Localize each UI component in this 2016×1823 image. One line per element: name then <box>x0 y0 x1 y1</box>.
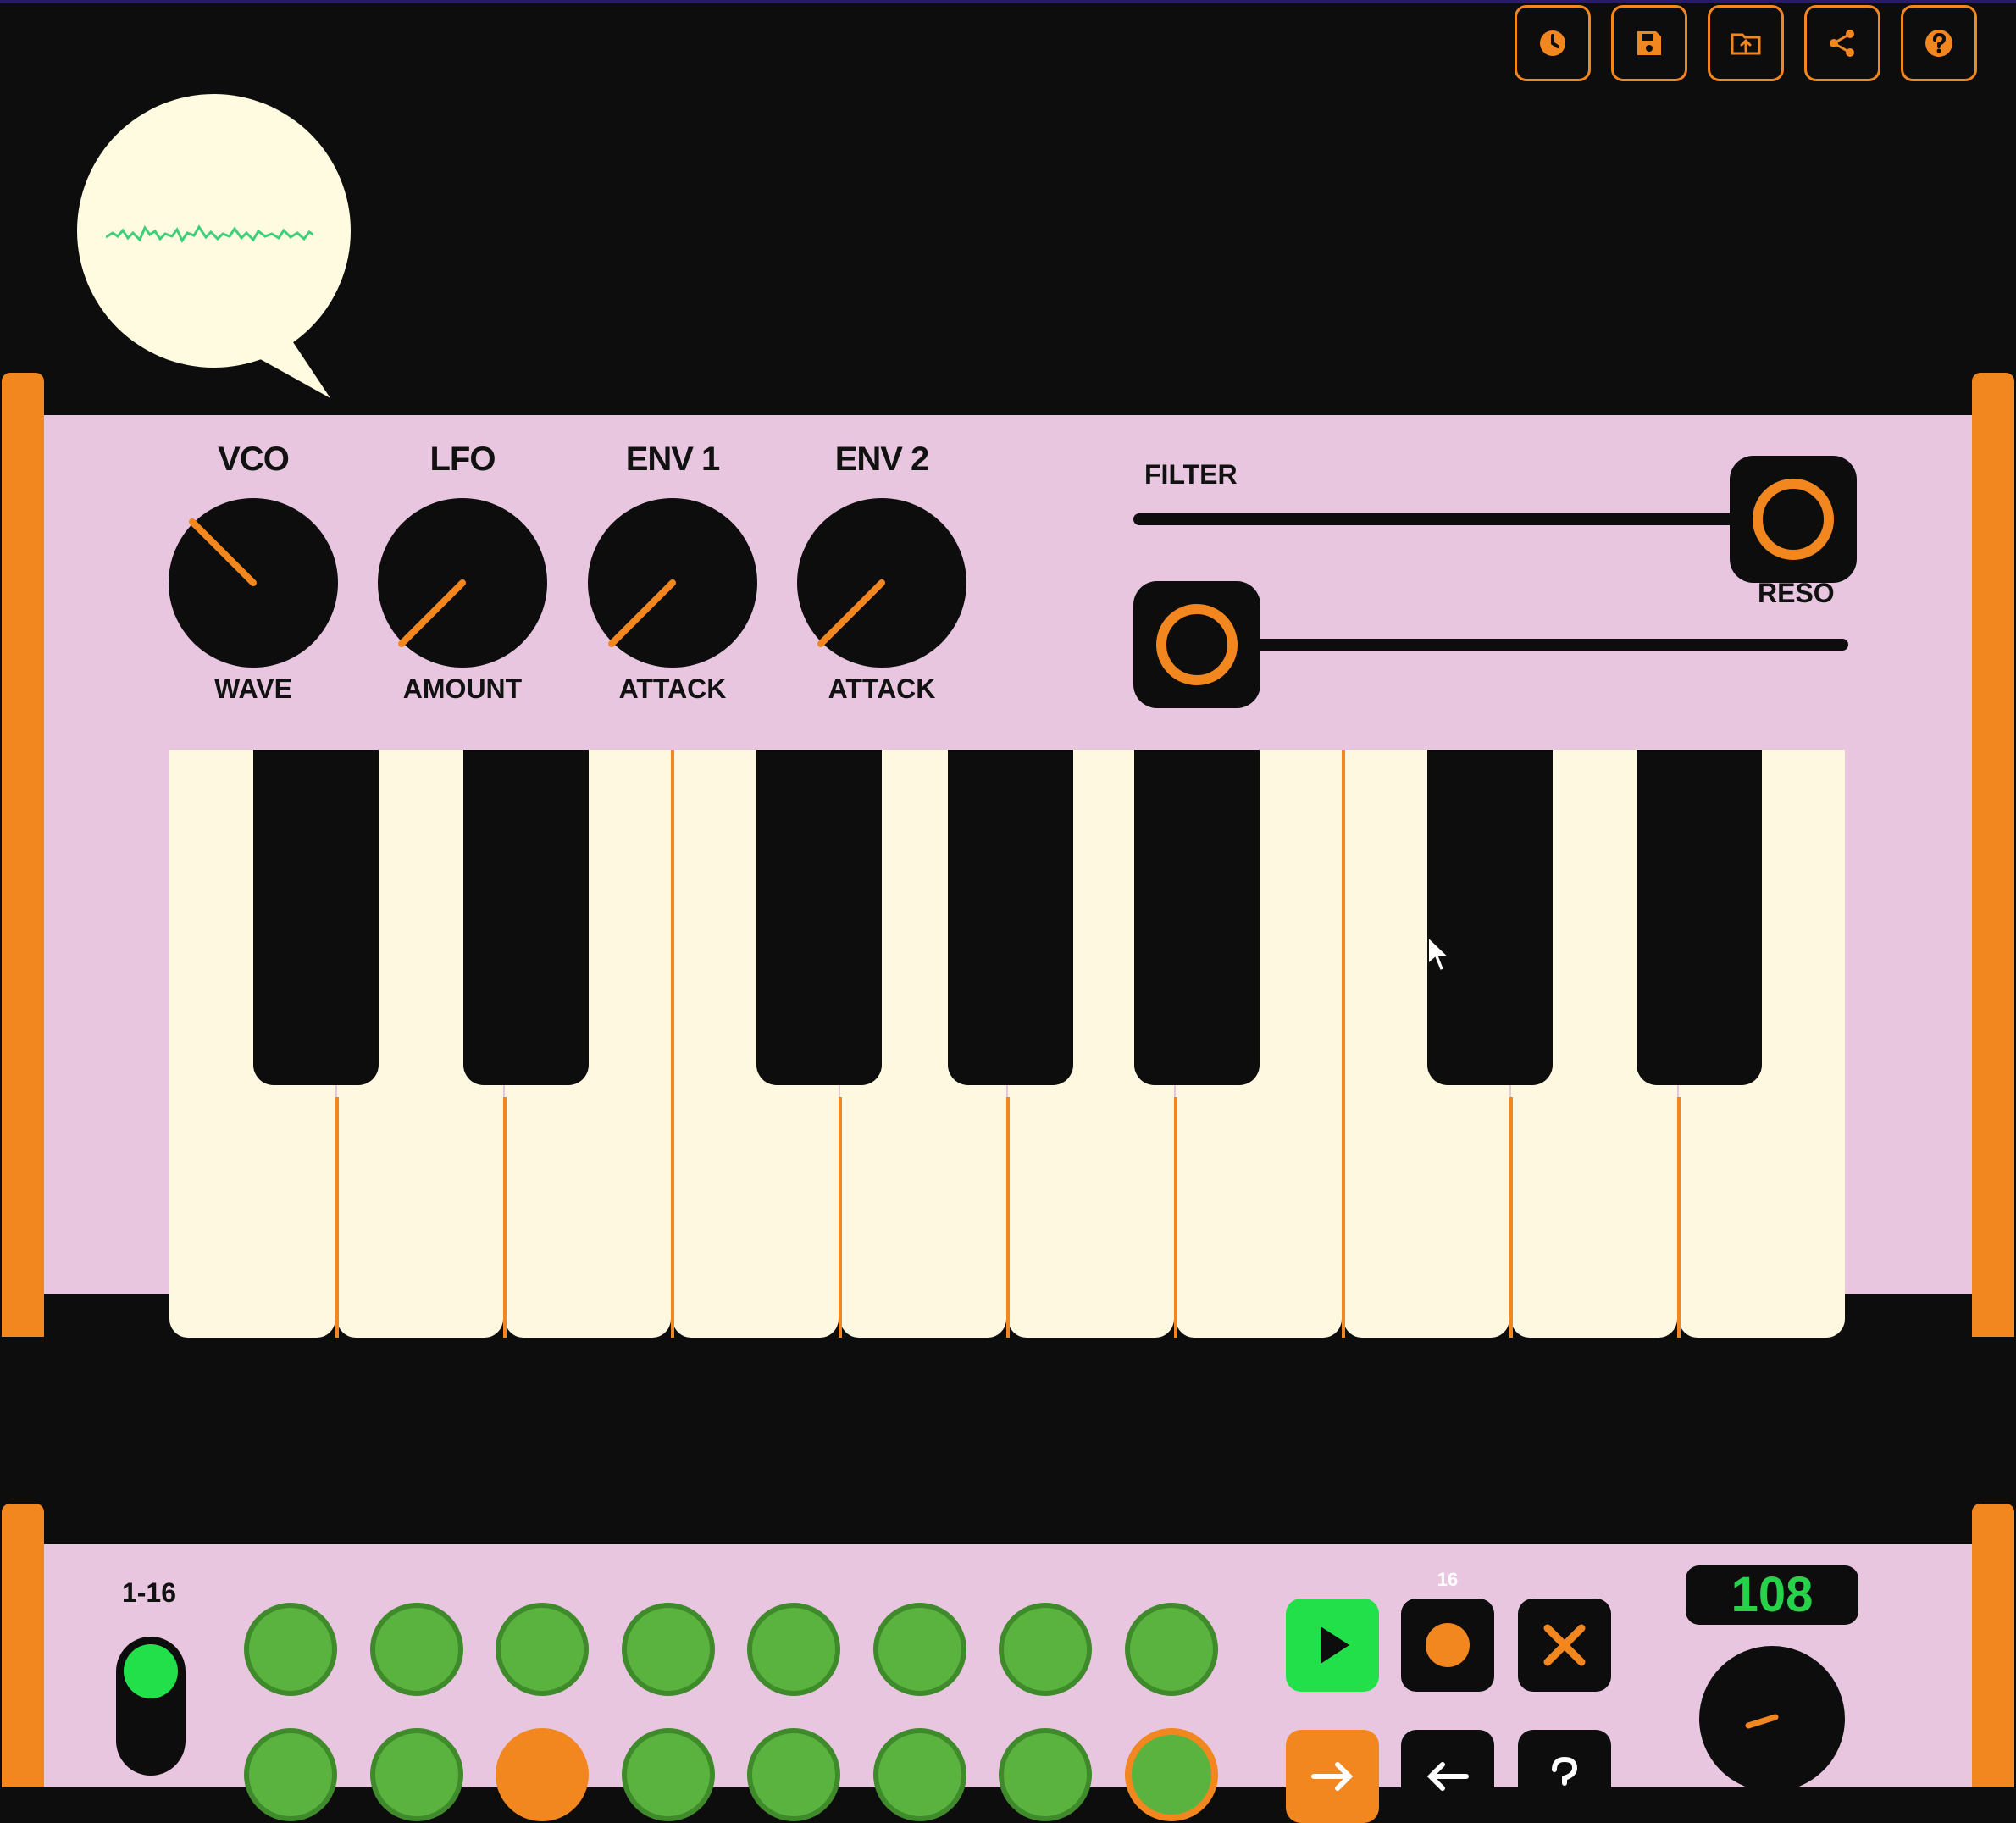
step-button[interactable] <box>621 1728 715 1821</box>
save-icon <box>1637 31 1661 55</box>
filter-label: FILTER <box>1144 459 1238 490</box>
env1-attack-knob[interactable] <box>588 498 757 668</box>
clear-button[interactable] <box>1518 1599 1611 1692</box>
knob-title-lfo: LFO <box>429 441 496 478</box>
key-divider <box>1342 750 1345 1338</box>
step-button[interactable] <box>1124 1728 1218 1821</box>
key-divider <box>839 1097 842 1338</box>
step-button[interactable] <box>999 1728 1092 1821</box>
right-rail <box>1972 373 2014 1337</box>
load-button[interactable] <box>1708 5 1784 81</box>
black-key[interactable] <box>1427 750 1553 1085</box>
step-button[interactable] <box>244 1603 337 1696</box>
share-icon <box>1830 30 1854 57</box>
next-button[interactable] <box>1286 1730 1379 1823</box>
save-button[interactable] <box>1611 5 1687 81</box>
play-button[interactable] <box>1286 1599 1379 1692</box>
knob-param-env1: ATTACK <box>618 673 727 704</box>
step-range-label: 1-16 <box>121 1577 177 1608</box>
step-button[interactable] <box>747 1603 840 1696</box>
reso-label: RESO <box>1758 578 1835 608</box>
black-key[interactable] <box>1637 750 1762 1085</box>
prev-button[interactable] <box>1401 1730 1494 1823</box>
filter-slider-track[interactable] <box>1133 513 1743 525</box>
filter-slider-thumb[interactable] <box>1730 456 1857 583</box>
help-icon <box>1925 30 1952 57</box>
history-button[interactable] <box>1515 5 1591 81</box>
lfo-amount-knob[interactable] <box>378 498 547 668</box>
question-icon <box>1552 1756 1578 1786</box>
step-button[interactable] <box>872 1603 966 1696</box>
black-key[interactable] <box>463 750 589 1085</box>
step-button[interactable] <box>872 1728 966 1821</box>
play-icon <box>1321 1626 1349 1664</box>
key-divider <box>1677 1097 1681 1338</box>
knob-title-env2: ENV 2 <box>834 441 930 478</box>
black-key[interactable] <box>948 750 1073 1085</box>
close-icon <box>1543 1624 1586 1666</box>
knob-param-vco: WAVE <box>214 673 292 704</box>
folder-upload-icon <box>1731 33 1761 55</box>
black-key[interactable] <box>756 750 882 1085</box>
help-button[interactable] <box>1901 5 1977 81</box>
step-button[interactable] <box>369 1728 463 1821</box>
right-rail-bottom <box>1972 1504 2014 1787</box>
record-icon <box>1426 1623 1470 1667</box>
knob-title-env1: ENV 1 <box>625 441 721 478</box>
key-divider <box>1509 1097 1513 1338</box>
tempo-display: 108 <box>1686 1565 1858 1625</box>
left-rail-bottom <box>2 1504 44 1787</box>
tempo-knob[interactable] <box>1699 1646 1845 1792</box>
knob-param-lfo: AMOUNT <box>402 673 523 704</box>
step-button[interactable] <box>496 1603 589 1696</box>
env2-attack-knob[interactable] <box>797 498 966 668</box>
record-button[interactable] <box>1401 1599 1494 1692</box>
arrow-right-icon <box>1311 1762 1354 1791</box>
key-divider <box>335 1097 339 1338</box>
waveform-display <box>106 224 313 244</box>
step-button[interactable] <box>999 1603 1092 1696</box>
knob-param-env2: ATTACK <box>828 673 936 704</box>
step-button[interactable] <box>621 1603 715 1696</box>
mouse-cursor-icon <box>1427 935 1451 972</box>
toggle-indicator <box>124 1644 178 1698</box>
vco-wave-knob[interactable] <box>169 498 338 668</box>
black-key[interactable] <box>1134 750 1260 1085</box>
knob-title-vco: VCO <box>218 441 290 478</box>
step-button[interactable] <box>369 1603 463 1696</box>
key-divider <box>671 750 674 1338</box>
piano-keyboard <box>169 750 1847 1338</box>
step-button[interactable] <box>747 1728 840 1821</box>
reso-slider-track[interactable] <box>1203 639 1848 651</box>
arrow-left-icon <box>1426 1762 1469 1791</box>
key-divider <box>1006 1097 1010 1338</box>
left-rail <box>2 373 44 1337</box>
black-key[interactable] <box>253 750 379 1085</box>
key-divider <box>1174 1097 1177 1338</box>
share-button[interactable] <box>1804 5 1880 81</box>
key-divider <box>503 1097 507 1338</box>
step-button[interactable] <box>1124 1603 1218 1696</box>
page-toggle-switch[interactable] <box>116 1637 186 1776</box>
step-button[interactable] <box>496 1728 589 1821</box>
random-button[interactable] <box>1518 1730 1611 1823</box>
clock-icon <box>1540 30 1565 56</box>
step-button[interactable] <box>244 1728 337 1821</box>
reso-slider-thumb[interactable] <box>1133 581 1260 708</box>
step-count-label: 16 <box>1437 1569 1459 1590</box>
